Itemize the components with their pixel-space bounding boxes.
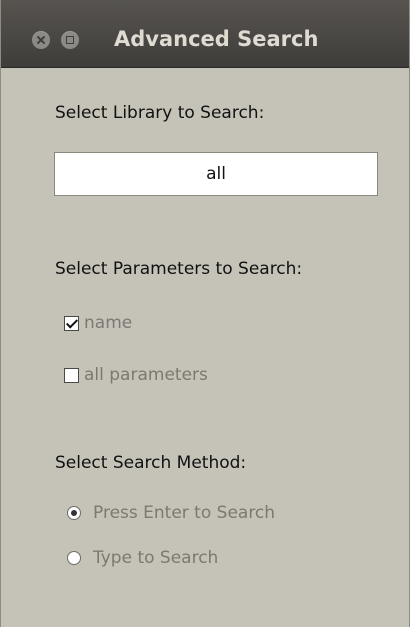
press-enter-radio-row[interactable]: Press Enter to Search bbox=[67, 503, 275, 523]
name-checkbox[interactable] bbox=[64, 315, 79, 331]
all-parameters-checkbox-row[interactable]: all parameters bbox=[64, 365, 208, 385]
all-parameters-checkbox-label: all parameters bbox=[84, 365, 208, 385]
type-to-search-radio-label: Type to Search bbox=[93, 548, 219, 568]
library-heading: Select Library to Search: bbox=[55, 103, 265, 123]
advanced-search-window: Advanced Search Select Library to Search… bbox=[0, 0, 410, 627]
type-to-search-radio-row[interactable]: Type to Search bbox=[67, 548, 218, 568]
press-enter-radio-label: Press Enter to Search bbox=[93, 503, 276, 523]
all-parameters-checkbox[interactable] bbox=[64, 367, 79, 383]
method-heading: Select Search Method: bbox=[55, 453, 247, 473]
library-field[interactable]: all bbox=[54, 152, 378, 196]
press-enter-radio[interactable] bbox=[67, 506, 81, 520]
close-icon[interactable] bbox=[32, 31, 50, 49]
maximize-icon[interactable] bbox=[61, 31, 79, 49]
name-checkbox-row[interactable]: name bbox=[64, 313, 132, 333]
library-value: all bbox=[206, 164, 226, 184]
window-title: Advanced Search bbox=[114, 27, 319, 51]
title-bar: Advanced Search bbox=[1, 0, 409, 68]
parameters-heading: Select Parameters to Search: bbox=[55, 259, 303, 279]
name-checkbox-label: name bbox=[84, 313, 133, 333]
type-to-search-radio[interactable] bbox=[67, 551, 81, 565]
